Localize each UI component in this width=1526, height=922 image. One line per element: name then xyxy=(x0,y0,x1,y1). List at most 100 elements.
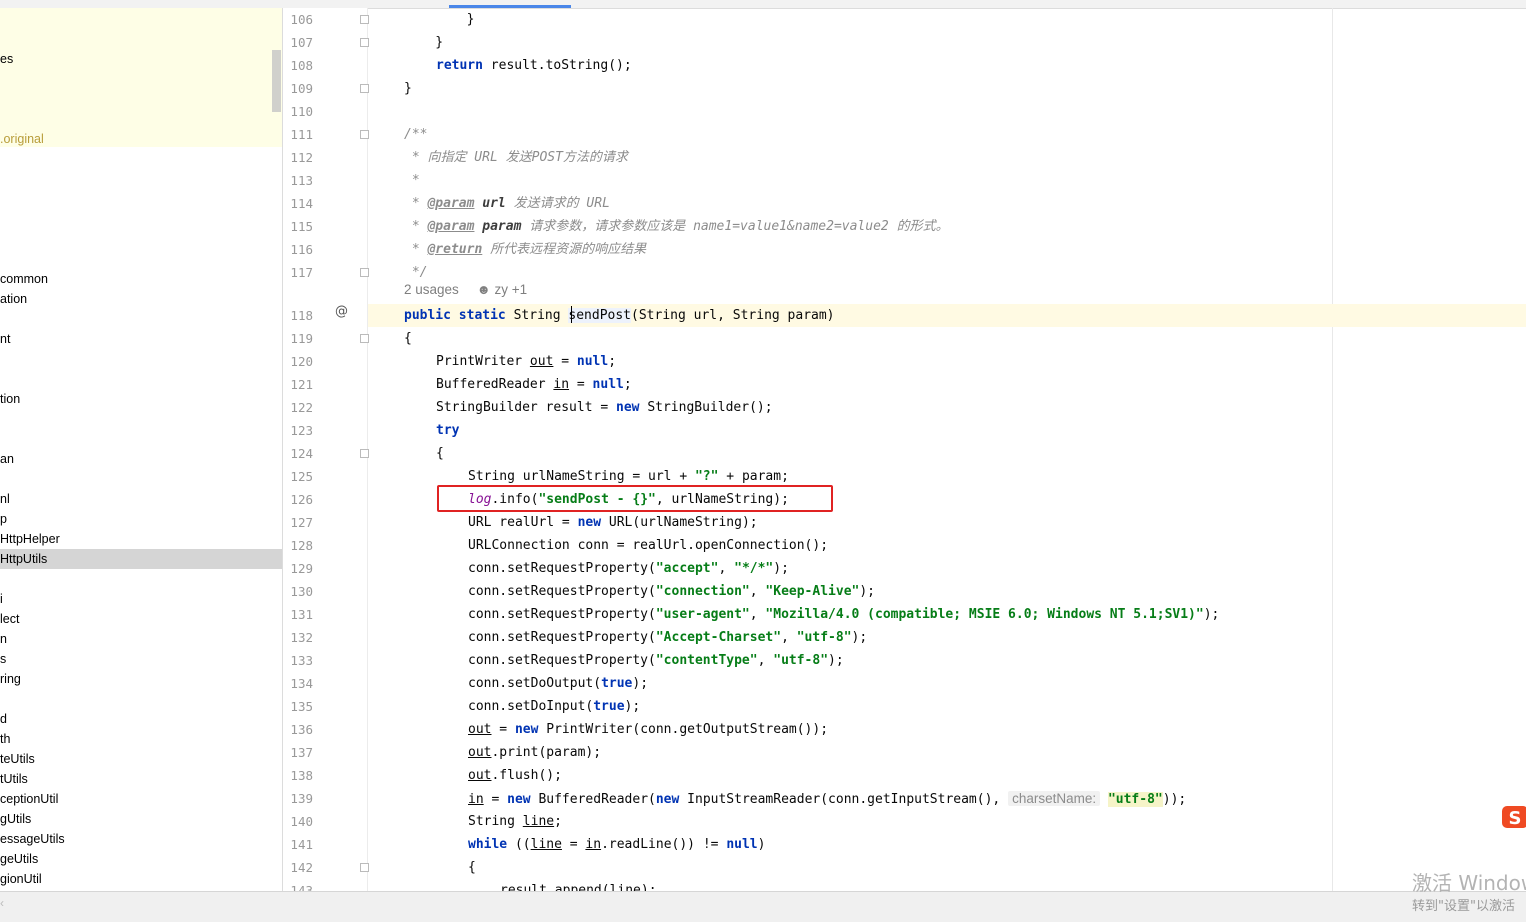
code-text: PrintWriter(conn.getOutputStream()); xyxy=(538,722,829,737)
line-number[interactable]: 137 xyxy=(283,741,313,764)
person-icon: ☻ xyxy=(476,282,491,297)
text-caret xyxy=(571,306,572,323)
tree-item[interactable]: essageUtils xyxy=(0,829,65,849)
line-number[interactable]: 117 xyxy=(283,261,313,284)
code-line-117: */ xyxy=(368,261,1526,284)
tree-item[interactable]: nl xyxy=(0,489,10,509)
keyword: true xyxy=(593,699,625,714)
string-literal: "utf-8" xyxy=(1107,792,1163,807)
line-number[interactable]: 133 xyxy=(283,649,313,672)
line-number[interactable]: 134 xyxy=(283,672,313,695)
tree-item[interactable]: ceptionUtil xyxy=(0,789,58,809)
line-number[interactable]: 132 xyxy=(283,626,313,649)
code-text: StringBuilder result = xyxy=(436,400,617,415)
code-line-140: String line; xyxy=(368,810,1526,833)
override-marker-icon[interactable]: @ xyxy=(335,304,348,319)
line-number[interactable]: 140 xyxy=(283,810,313,833)
variable: in xyxy=(553,377,570,392)
variable: out xyxy=(529,354,554,369)
usages-count[interactable]: 2 usages xyxy=(404,282,459,297)
code-text: result.append(line); xyxy=(500,883,657,891)
code-text: BufferedReader xyxy=(436,377,554,392)
tree-scrollbar[interactable] xyxy=(272,50,281,112)
tree-item[interactable]: es xyxy=(0,49,13,69)
tree-item[interactable]: geUtils xyxy=(0,849,38,869)
code-text: { xyxy=(436,446,444,461)
tree-item[interactable]: lect xyxy=(0,609,19,629)
line-number[interactable]: 128 xyxy=(283,534,313,557)
keyword: static xyxy=(458,308,506,323)
line-number[interactable]: 119 xyxy=(283,327,313,350)
line-number[interactable]: 114 xyxy=(283,192,313,215)
tree-item[interactable]: common xyxy=(0,269,48,289)
line-number[interactable]: 126 xyxy=(283,488,313,511)
tree-item[interactable]: an xyxy=(0,449,14,469)
tree-item[interactable]: th xyxy=(0,729,10,749)
tree-item[interactable]: s xyxy=(0,649,6,669)
tree-item[interactable]: gionUtil xyxy=(0,869,42,889)
code-text: (( xyxy=(507,837,531,852)
line-number[interactable]: 135 xyxy=(283,695,313,718)
tree-item[interactable]: ring xyxy=(0,669,21,689)
code-line-135: conn.setDoInput(true); xyxy=(368,695,1526,718)
line-number[interactable]: 130 xyxy=(283,580,313,603)
line-number[interactable]: 125 xyxy=(283,465,313,488)
line-number[interactable]: 138 xyxy=(283,764,313,787)
code-line-130: conn.setRequestProperty("connection", "K… xyxy=(368,580,1526,603)
tree-item[interactable]: n xyxy=(0,629,7,649)
code-text: ); xyxy=(624,699,641,714)
string-literal: "accept" xyxy=(655,561,719,576)
code-text: conn.setRequestProperty( xyxy=(468,584,656,599)
line-number[interactable]: 139 xyxy=(283,787,313,810)
line-number[interactable]: 115 xyxy=(283,215,313,238)
tree-item[interactable]: .original xyxy=(0,129,44,149)
line-number[interactable]: 109 xyxy=(283,77,313,100)
line-number[interactable]: 113 xyxy=(283,169,313,192)
code-text: .print(param); xyxy=(491,745,602,760)
keyword: return xyxy=(436,58,483,73)
line-number[interactable]: 108 xyxy=(283,54,313,77)
line-number[interactable]: 121 xyxy=(283,373,313,396)
sogou-ime-icon[interactable]: S xyxy=(1500,802,1526,832)
tree-item[interactable]: tUtils xyxy=(0,769,28,789)
line-number[interactable]: 107 xyxy=(283,31,313,54)
tree-item[interactable]: nt xyxy=(0,329,10,349)
line-number[interactable]: 122 xyxy=(283,396,313,419)
line-number[interactable]: 136 xyxy=(283,718,313,741)
string-literal: "*/*" xyxy=(734,561,774,576)
tree-item[interactable]: p xyxy=(0,509,7,529)
code-vision-usages[interactable]: 2 usages ☻ zy +1 xyxy=(404,282,527,297)
line-number[interactable]: 129 xyxy=(283,557,313,580)
author-hint[interactable]: zy +1 xyxy=(495,282,528,297)
line-number[interactable]: 112 xyxy=(283,146,313,169)
tree-item[interactable]: tion xyxy=(0,389,20,409)
line-number[interactable]: 127 xyxy=(283,511,313,534)
tree-item[interactable]: i xyxy=(0,589,3,609)
line-number[interactable]: 116 xyxy=(283,238,313,261)
code-line-122: StringBuilder result = new StringBuilder… xyxy=(368,396,1526,419)
line-number[interactable]: 142 xyxy=(283,856,313,879)
line-number[interactable]: 124 xyxy=(283,442,313,465)
tree-item[interactable]: HttpHelper xyxy=(0,529,60,549)
line-number[interactable]: 110 xyxy=(283,100,313,123)
tree-item[interactable]: HttpUtils xyxy=(0,549,282,569)
line-number[interactable]: 131 xyxy=(283,603,313,626)
code-line-143: result.append(line); xyxy=(368,879,1526,891)
tree-item[interactable]: teUtils xyxy=(0,749,35,769)
code-text: URLConnection conn = realUrl.openConnect… xyxy=(468,538,829,553)
code-line-121: BufferedReader in = null; xyxy=(368,373,1526,396)
code-editor[interactable]: } } return result.toString(); } /** * 向指… xyxy=(368,8,1526,891)
return-type: String xyxy=(513,308,561,323)
tree-item[interactable]: d xyxy=(0,709,7,729)
method-name[interactable]: sendPost xyxy=(568,308,632,323)
line-number[interactable]: 111 xyxy=(283,123,313,146)
line-number[interactable]: 106 xyxy=(283,8,313,31)
code-line-124: { xyxy=(368,442,1526,465)
tree-item[interactable]: ation xyxy=(0,289,27,309)
line-number[interactable]: 120 xyxy=(283,350,313,373)
line-number[interactable]: 118 xyxy=(283,304,313,327)
scroll-left-icon[interactable]: ‹ xyxy=(0,896,4,910)
line-number[interactable]: 141 xyxy=(283,833,313,856)
line-number[interactable]: 123 xyxy=(283,419,313,442)
tree-item[interactable]: gUtils xyxy=(0,809,31,829)
